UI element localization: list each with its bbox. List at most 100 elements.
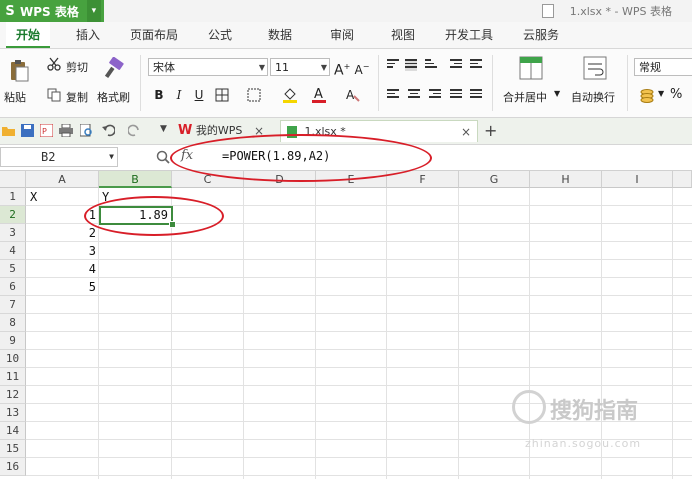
- gridline: [26, 295, 692, 296]
- watermark-logo-icon: [512, 390, 546, 424]
- row-header[interactable]: 9: [0, 332, 26, 350]
- redo-icon[interactable]: [127, 124, 141, 137]
- gridline: [26, 349, 692, 350]
- row-header[interactable]: 3: [0, 224, 26, 242]
- row-header[interactable]: 11: [0, 368, 26, 386]
- align-bottom-icon[interactable]: [425, 59, 437, 71]
- cut-button[interactable]: 剪切: [66, 59, 88, 75]
- close-icon[interactable]: ×: [461, 121, 471, 143]
- tab-formulas[interactable]: 公式: [198, 22, 242, 48]
- row-header[interactable]: 8: [0, 314, 26, 332]
- print-icon[interactable]: [59, 123, 73, 138]
- merge-center-icon[interactable]: [519, 56, 543, 80]
- row-header[interactable]: 15: [0, 440, 26, 458]
- row-header[interactable]: 12: [0, 386, 26, 404]
- row-header[interactable]: 5: [0, 260, 26, 278]
- tab-home[interactable]: 开始: [6, 22, 50, 48]
- cell-format-icon[interactable]: [247, 88, 261, 102]
- svg-text:A: A: [346, 88, 355, 102]
- tab-page-layout[interactable]: 页面布局: [124, 22, 184, 48]
- row-header[interactable]: 16: [0, 458, 26, 476]
- row-header[interactable]: 6: [0, 278, 26, 296]
- tab-developer[interactable]: 开发工具: [440, 22, 498, 48]
- tab-insert[interactable]: 插入: [66, 22, 110, 48]
- clear-format-icon[interactable]: A: [345, 87, 361, 103]
- format-painter-icon[interactable]: [104, 56, 126, 81]
- column-header-g[interactable]: G: [459, 171, 530, 188]
- wrap-text-icon[interactable]: [583, 56, 607, 80]
- print-preview-icon[interactable]: [79, 123, 93, 137]
- decrease-font-icon[interactable]: A−: [354, 59, 370, 77]
- distributed-icon[interactable]: [470, 89, 482, 101]
- align-center-icon[interactable]: [408, 89, 420, 101]
- watermark-text: 搜狗指南: [550, 399, 639, 424]
- number-format-select[interactable]: 常规: [634, 58, 692, 76]
- indent-decrease-icon[interactable]: [450, 59, 462, 71]
- font-color-icon[interactable]: A: [312, 86, 326, 104]
- app-menu-button[interactable]: S WPS 表格 ▾: [0, 0, 104, 22]
- indent-increase-icon[interactable]: [470, 59, 482, 71]
- tab-data[interactable]: 数据: [258, 22, 302, 48]
- cell-a4[interactable]: 3: [26, 242, 96, 260]
- cell-a5[interactable]: 4: [26, 260, 96, 278]
- scissors-icon[interactable]: [47, 57, 61, 71]
- cell-a6[interactable]: 5: [26, 278, 96, 296]
- row-header[interactable]: 7: [0, 296, 26, 314]
- align-left-icon[interactable]: [387, 89, 399, 101]
- underline-button[interactable]: U: [191, 87, 207, 103]
- merge-center-button[interactable]: 合并居中: [503, 89, 547, 105]
- increase-font-icon[interactable]: A+: [334, 59, 350, 79]
- row-header[interactable]: 2: [0, 206, 26, 224]
- tab-cloud-services[interactable]: 云服务: [512, 22, 570, 48]
- column-header-j[interactable]: [673, 171, 692, 188]
- column-header-b[interactable]: B: [99, 171, 172, 188]
- cell-a1[interactable]: X: [30, 188, 98, 206]
- row-header[interactable]: 14: [0, 422, 26, 440]
- select-all-corner[interactable]: [0, 171, 26, 188]
- paste-button[interactable]: 粘贴: [4, 89, 26, 105]
- format-painter-button[interactable]: 格式刷: [97, 89, 130, 105]
- chevron-down-icon[interactable]: ▾: [86, 0, 101, 22]
- column-header-h[interactable]: H: [530, 171, 602, 188]
- copy-button[interactable]: 复制: [66, 89, 88, 105]
- column-header-i[interactable]: I: [602, 171, 673, 188]
- paste-icon[interactable]: [8, 59, 30, 83]
- wrap-text-button[interactable]: 自动换行: [571, 89, 615, 105]
- save-icon[interactable]: [21, 124, 34, 137]
- gridline: [386, 188, 387, 479]
- chevron-down-icon[interactable]: ▼: [160, 124, 173, 137]
- export-pdf-icon[interactable]: P: [39, 123, 54, 138]
- border-icon[interactable]: [215, 88, 229, 102]
- row-header[interactable]: 1: [0, 188, 26, 206]
- italic-button[interactable]: I: [171, 87, 187, 103]
- chevron-down-icon[interactable]: ▼: [554, 89, 560, 98]
- tab-view[interactable]: 视图: [381, 22, 425, 48]
- justify-icon[interactable]: [450, 89, 462, 101]
- chevron-down-icon[interactable]: ▼: [109, 148, 114, 166]
- font-name-select[interactable]: 宋体 ▼: [148, 58, 268, 76]
- row-header[interactable]: 4: [0, 242, 26, 260]
- cell-a3[interactable]: 2: [26, 224, 96, 242]
- align-middle-icon[interactable]: [405, 59, 417, 71]
- column-header-a[interactable]: A: [26, 171, 99, 188]
- new-tab-button[interactable]: +: [484, 120, 497, 142]
- bold-button[interactable]: B: [151, 87, 167, 103]
- ribbon-separator: [378, 55, 379, 111]
- currency-icon[interactable]: [639, 87, 655, 103]
- copy-icon[interactable]: [47, 88, 61, 102]
- svg-text:A: A: [314, 87, 323, 102]
- undo-icon[interactable]: [102, 124, 116, 137]
- row-header[interactable]: 13: [0, 404, 26, 422]
- name-box[interactable]: B2 ▼: [0, 147, 118, 167]
- gridline: [26, 475, 692, 476]
- tab-review[interactable]: 审阅: [320, 22, 364, 48]
- align-top-icon[interactable]: [387, 59, 399, 71]
- font-size-select[interactable]: 11 ▼: [270, 58, 330, 76]
- percent-button[interactable]: %: [670, 87, 682, 102]
- chevron-down-icon[interactable]: ▼: [658, 89, 664, 98]
- open-folder-icon[interactable]: [2, 124, 15, 137]
- row-header[interactable]: 10: [0, 350, 26, 368]
- zoom-icon[interactable]: [156, 150, 170, 164]
- fill-color-icon[interactable]: [282, 86, 298, 104]
- align-right-icon[interactable]: [429, 89, 441, 101]
